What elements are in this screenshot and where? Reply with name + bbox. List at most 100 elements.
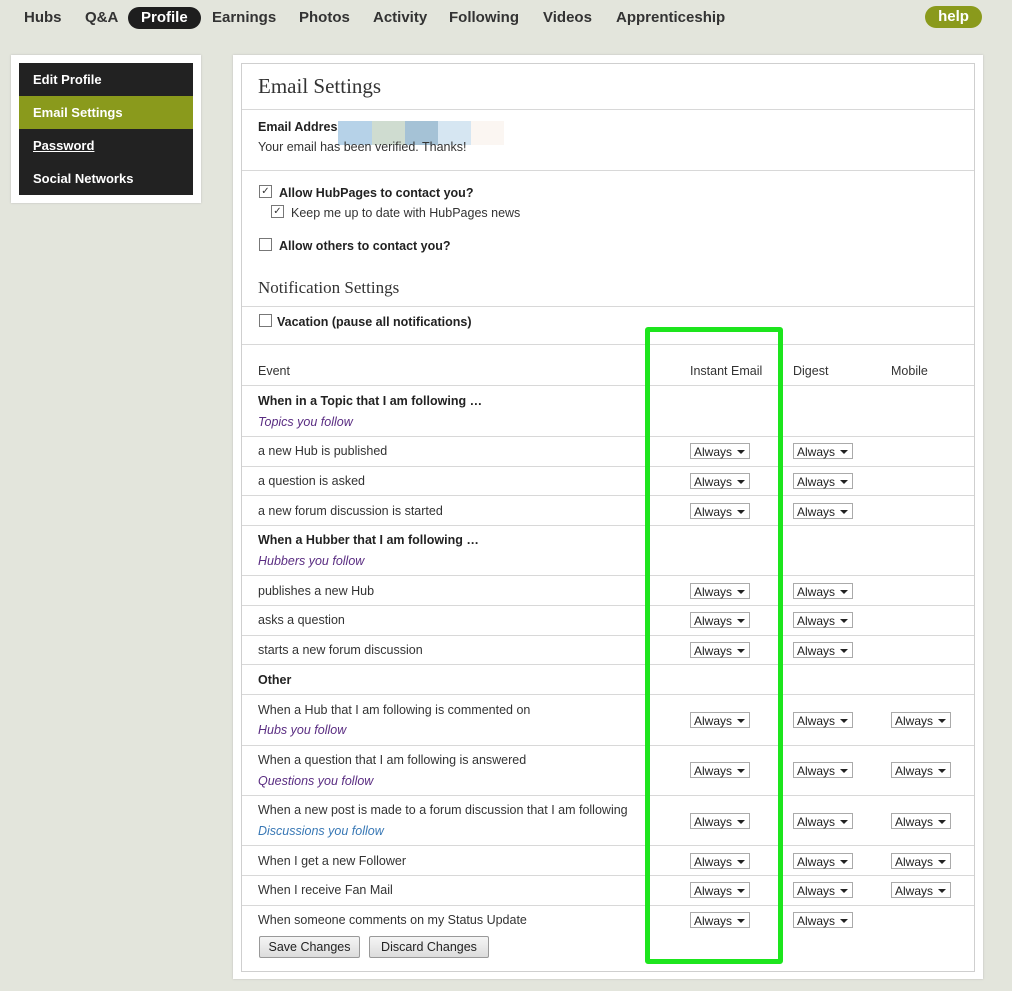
chevron-down-icon xyxy=(840,769,848,773)
nav-qa[interactable]: Q&A xyxy=(85,7,118,29)
nav-profile[interactable]: Profile xyxy=(128,7,201,29)
select-value: Always xyxy=(797,614,836,628)
allow-others-label: Allow others to contact you? xyxy=(279,239,451,253)
instant-email-highlight-box xyxy=(645,327,783,964)
mobile-select[interactable]: Always xyxy=(891,813,951,829)
nav-apprenticeship[interactable]: Apprenticeship xyxy=(616,7,725,29)
event-label: When a question that I am following is a… xyxy=(258,753,527,767)
allow-others-checkbox[interactable] xyxy=(259,238,272,251)
digest-select[interactable]: Always xyxy=(793,712,853,728)
nav-activity[interactable]: Activity xyxy=(373,7,427,29)
chevron-down-icon xyxy=(840,889,848,893)
sidebar-item-label: Password xyxy=(33,138,95,153)
questions-you-follow-link[interactable]: Questions you follow xyxy=(258,774,373,788)
hubber-section-header: When a Hubber that I am following … xyxy=(258,533,479,547)
digest-select[interactable]: Always xyxy=(793,912,853,928)
mobile-select[interactable]: Always xyxy=(891,712,951,728)
main-panel: Email Settings Email Address Your email … xyxy=(233,55,983,979)
event-label: When a new post is made to a forum discu… xyxy=(258,803,628,817)
event-label: When a Hub that I am following is commen… xyxy=(258,703,531,717)
digest-select[interactable]: Always xyxy=(793,612,853,628)
sidebar-item-social-networks[interactable]: Social Networks xyxy=(19,162,193,195)
event-label: When I get a new Follower xyxy=(258,854,406,868)
nav-hubs[interactable]: Hubs xyxy=(24,7,62,29)
select-value: Always xyxy=(797,855,836,869)
save-changes-button[interactable]: Save Changes xyxy=(259,936,360,958)
chevron-down-icon xyxy=(938,820,946,824)
event-label: a new Hub is published xyxy=(258,444,388,458)
event-label: starts a new forum discussion xyxy=(258,643,423,657)
discussions-you-follow-link[interactable]: Discussions you follow xyxy=(258,824,384,838)
sidebar-item-password[interactable]: Password xyxy=(19,129,193,162)
digest-select[interactable]: Always xyxy=(793,503,853,519)
keep-up-checkbox[interactable]: ✓ xyxy=(271,205,284,218)
event-label: a new forum discussion is started xyxy=(258,504,443,518)
email-verified-text: Your email has been verified. Thanks! xyxy=(258,140,467,154)
discard-changes-button[interactable]: Discard Changes xyxy=(369,936,489,958)
chevron-down-icon xyxy=(938,719,946,723)
chevron-down-icon xyxy=(840,919,848,923)
select-value: Always xyxy=(797,764,836,778)
chevron-down-icon xyxy=(840,649,848,653)
select-value: Always xyxy=(797,714,836,728)
hubbers-you-follow-link[interactable]: Hubbers you follow xyxy=(258,554,364,568)
help-button[interactable]: help xyxy=(925,6,982,28)
col-mobile: Mobile xyxy=(891,364,928,378)
event-label: When someone comments on my Status Updat… xyxy=(258,913,527,927)
mobile-select[interactable]: Always xyxy=(891,853,951,869)
nav-following[interactable]: Following xyxy=(449,7,519,29)
nav-photos[interactable]: Photos xyxy=(299,7,350,29)
select-value: Always xyxy=(895,855,934,869)
digest-select[interactable]: Always xyxy=(793,882,853,898)
nav-videos[interactable]: Videos xyxy=(543,7,592,29)
sidebar-menu: Edit Profile Email Settings Password Soc… xyxy=(19,63,193,195)
digest-select[interactable]: Always xyxy=(793,813,853,829)
nav-earnings[interactable]: Earnings xyxy=(212,7,276,29)
chevron-down-icon xyxy=(840,480,848,484)
topics-you-follow-link[interactable]: Topics you follow xyxy=(258,415,353,429)
select-value: Always xyxy=(895,714,934,728)
select-value: Always xyxy=(797,884,836,898)
chevron-down-icon xyxy=(938,769,946,773)
sidebar: Edit Profile Email Settings Password Soc… xyxy=(11,55,201,203)
digest-select[interactable]: Always xyxy=(793,443,853,459)
keep-up-label: Keep me up to date with HubPages news xyxy=(291,206,521,220)
select-value: Always xyxy=(797,505,836,519)
event-label: publishes a new Hub xyxy=(258,584,375,598)
chevron-down-icon xyxy=(840,590,848,594)
hubs-you-follow-link[interactable]: Hubs you follow xyxy=(258,723,346,737)
chevron-down-icon xyxy=(840,719,848,723)
top-nav: Hubs Q&A Profile Earnings Photos Activit… xyxy=(0,0,1012,36)
other-section-header: Other xyxy=(258,673,292,687)
sidebar-item-email-settings[interactable]: Email Settings xyxy=(19,96,193,129)
event-label: a question is asked xyxy=(258,474,366,488)
chevron-down-icon xyxy=(840,820,848,824)
chevron-down-icon xyxy=(840,619,848,623)
select-value: Always xyxy=(797,445,836,459)
mobile-select[interactable]: Always xyxy=(891,762,951,778)
notification-settings-title: Notification Settings xyxy=(258,278,400,297)
select-value: Always xyxy=(797,914,836,928)
digest-select[interactable]: Always xyxy=(793,853,853,869)
allow-hubpages-checkbox[interactable]: ✓ xyxy=(259,185,272,198)
digest-select[interactable]: Always xyxy=(793,642,853,658)
select-value: Always xyxy=(895,764,934,778)
digest-select[interactable]: Always xyxy=(793,473,853,489)
select-value: Always xyxy=(797,644,836,658)
chevron-down-icon xyxy=(840,510,848,514)
email-address-label: Email Address xyxy=(258,120,345,134)
chevron-down-icon xyxy=(840,860,848,864)
digest-select[interactable]: Always xyxy=(793,762,853,778)
settings-card: Email Settings Email Address Your email … xyxy=(241,63,975,972)
select-value: Always xyxy=(895,884,934,898)
digest-select[interactable]: Always xyxy=(793,583,853,599)
col-digest: Digest xyxy=(793,364,829,378)
select-value: Always xyxy=(797,815,836,829)
email-redaction-block xyxy=(471,121,504,145)
vacation-checkbox[interactable] xyxy=(259,314,272,327)
mobile-select[interactable]: Always xyxy=(891,882,951,898)
topic-section-header: When in a Topic that I am following … xyxy=(258,394,483,408)
sidebar-item-edit-profile[interactable]: Edit Profile xyxy=(19,63,193,96)
select-value: Always xyxy=(797,585,836,599)
chevron-down-icon xyxy=(938,860,946,864)
